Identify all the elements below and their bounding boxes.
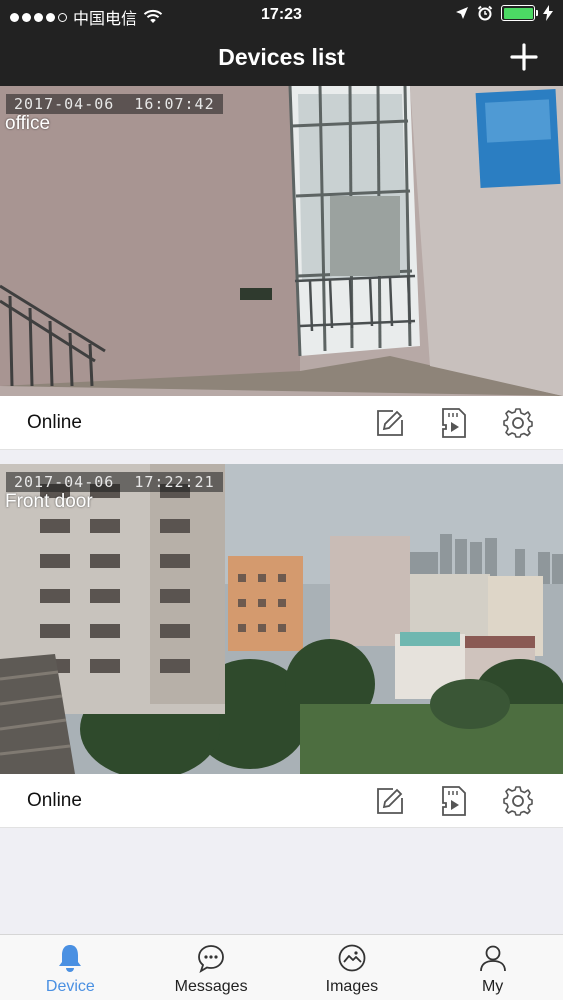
chat-bubble-icon	[198, 945, 225, 973]
tab-images[interactable]: Images	[282, 935, 423, 1000]
edit-button[interactable]	[373, 407, 407, 439]
device-name: Front door	[5, 491, 93, 512]
gear-icon	[503, 408, 533, 438]
camera-snapshot-office	[0, 86, 563, 396]
edit-button[interactable]	[373, 785, 407, 817]
person-icon	[479, 945, 506, 972]
settings-button[interactable]	[501, 785, 535, 817]
navigation-bar: Devices list	[0, 30, 563, 86]
gear-icon	[503, 786, 533, 816]
alarm-clock-icon	[477, 5, 493, 21]
battery-icon	[501, 5, 538, 21]
tab-device[interactable]: Device	[0, 935, 141, 1000]
device-toolbar: Online	[0, 396, 563, 450]
image-icon	[338, 944, 366, 972]
tab-my[interactable]: My	[422, 935, 563, 1000]
device-toolbar: Online	[0, 774, 563, 828]
tab-label: Messages	[174, 978, 248, 995]
playback-button[interactable]	[437, 407, 471, 439]
edit-icon	[377, 788, 403, 814]
tab-messages[interactable]: Messages	[141, 935, 282, 1000]
status-icons	[455, 5, 553, 21]
settings-button[interactable]	[501, 407, 535, 439]
tab-label: My	[481, 978, 504, 995]
sd-card-play-icon	[442, 786, 466, 816]
tab-label: Device	[45, 978, 95, 995]
device-status: Online	[27, 790, 82, 811]
playback-button[interactable]	[437, 785, 471, 817]
bell-icon	[59, 945, 82, 972]
plus-icon[interactable]	[507, 40, 541, 74]
sd-card-play-icon	[442, 408, 466, 438]
camera-preview[interactable]: 2017-04-06 17:22:21 Front door	[0, 464, 563, 774]
camera-preview[interactable]: 2017-04-06 16:07:42 office	[0, 86, 563, 396]
page-title: Devices list	[218, 44, 345, 70]
charging-bolt-icon	[543, 5, 553, 21]
status-bar: 中国电信 17:23	[0, 0, 563, 30]
edit-icon	[377, 410, 403, 436]
device-card-front-door[interactable]: 2017-04-06 17:22:21 Front door Online	[0, 464, 563, 828]
location-arrow-icon	[456, 7, 468, 19]
device-name: office	[5, 113, 51, 134]
device-status: Online	[27, 412, 82, 433]
tab-bar: Device Messages Images My	[0, 934, 563, 1000]
timestamp-overlay: 2017-04-06 17:22:21	[6, 472, 223, 492]
timestamp-overlay: 2017-04-06 16:07:42	[6, 94, 223, 114]
device-card-office[interactable]: 2017-04-06 16:07:42 office Online	[0, 86, 563, 450]
tab-label: Images	[325, 978, 379, 995]
